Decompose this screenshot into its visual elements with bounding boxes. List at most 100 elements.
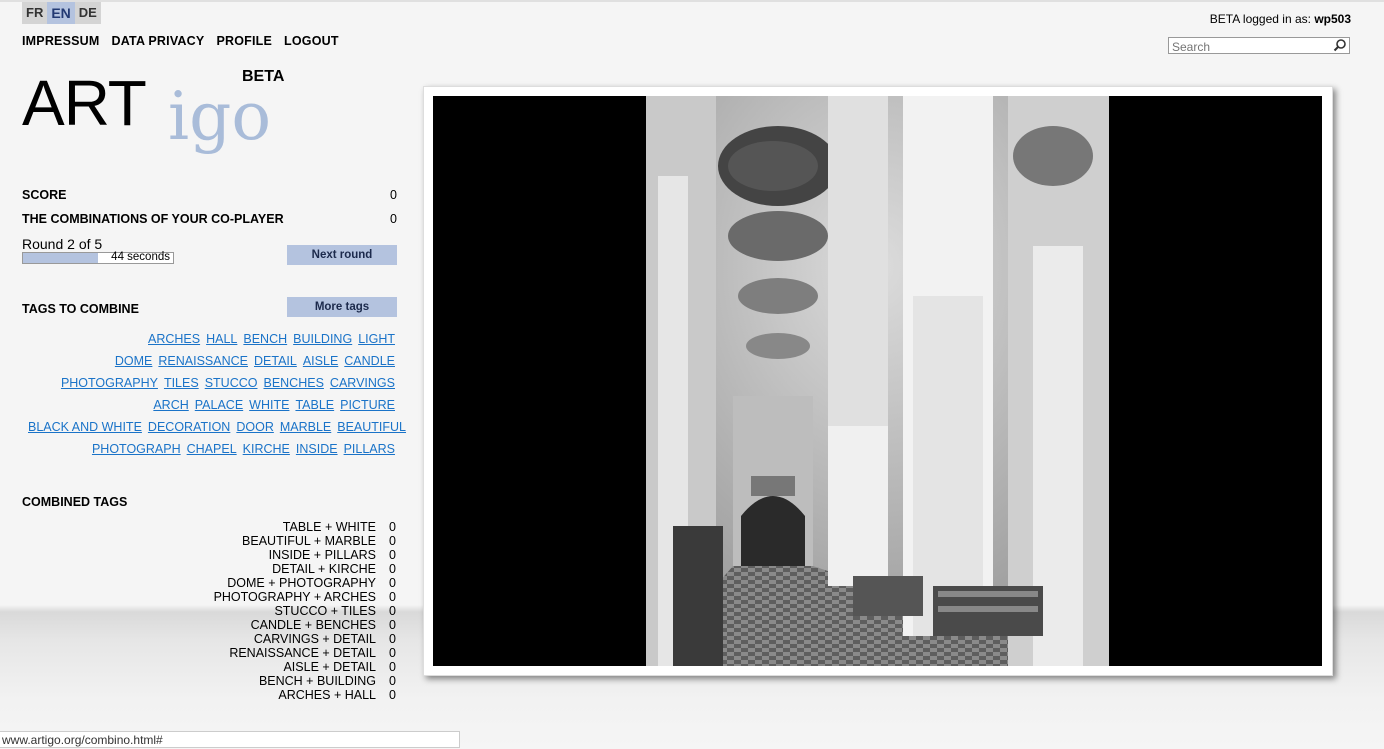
- tag-link[interactable]: TABLE: [295, 398, 334, 412]
- logo-igo: igo: [168, 78, 272, 155]
- tag-link[interactable]: PHOTOGRAPHY: [61, 376, 158, 390]
- nav-impressum[interactable]: IMPRESSUM: [22, 34, 100, 48]
- tag-link[interactable]: AISLE: [303, 354, 338, 368]
- tag-link[interactable]: CHAPEL: [187, 442, 237, 456]
- top-border: [0, 0, 1384, 2]
- combined-score: 0: [389, 520, 396, 534]
- tag-link[interactable]: BLACK AND WHITE: [28, 420, 142, 434]
- timer-progress: 44 seconds: [22, 251, 174, 264]
- tag-link[interactable]: KIRCHE: [243, 442, 290, 456]
- artwork-image[interactable]: [433, 96, 1322, 666]
- combined-tag-row: DETAIL + KIRCHE 0: [150, 562, 396, 576]
- tag-link[interactable]: CARVINGS: [330, 376, 395, 390]
- nav-data-privacy[interactable]: DATA PRIVACY: [112, 34, 205, 48]
- tag-link[interactable]: STUCCO: [205, 376, 258, 390]
- tag-link[interactable]: CANDLE: [344, 354, 395, 368]
- timer-text: 44 seconds: [111, 251, 170, 263]
- search-icon[interactable]: [1333, 38, 1347, 52]
- tag-link[interactable]: PHOTOGRAPH: [92, 442, 181, 456]
- tag-link[interactable]: DOOR: [236, 420, 274, 434]
- combined-pair: BENCH + BUILDING: [258, 674, 376, 688]
- combined-pair: BEAUTIFUL + MARBLE: [242, 534, 376, 548]
- tag-link[interactable]: TILES: [164, 376, 199, 390]
- combined-pair: PHOTOGRAPHY + ARCHES: [213, 590, 376, 604]
- combined-score: 0: [389, 646, 396, 660]
- combined-pair: TABLE + WHITE: [282, 520, 376, 534]
- tag-link[interactable]: PALACE: [195, 398, 243, 412]
- combined-pair: INSIDE + PILLARS: [268, 548, 376, 562]
- tag-line: PHOTOGRAPH CHAPEL KIRCHE INSIDE PILLARS: [22, 438, 395, 460]
- artwork-frame: [423, 86, 1333, 676]
- search-box: [1168, 37, 1350, 55]
- combined-pair: AISLE + DETAIL: [283, 660, 376, 674]
- tag-list: ARCHES HALL BENCH BUILDING LIGHT DOME RENAISSA…: [22, 328, 406, 460]
- coplayer-label: THE COMBINATIONS OF YOUR CO-PLAYER: [22, 212, 284, 226]
- combined-score: 0: [389, 590, 396, 604]
- tag-link[interactable]: DOME: [115, 354, 153, 368]
- combined-tag-row: CANDLE + BENCHES 0: [150, 618, 396, 632]
- score-value: 0: [390, 188, 397, 202]
- tag-line: ARCHES HALL BENCH BUILDING LIGHT: [22, 328, 395, 350]
- tag-link[interactable]: MARBLE: [280, 420, 331, 434]
- lang-de[interactable]: DE: [74, 2, 101, 24]
- combined-pair: RENAISSANCE + DETAIL: [229, 646, 376, 660]
- combined-tag-row: DOME + PHOTOGRAPHY 0: [150, 576, 396, 590]
- combined-score: 0: [389, 534, 396, 548]
- tag-link[interactable]: BENCH: [243, 332, 287, 346]
- combined-pair: DOME + PHOTOGRAPHY: [227, 576, 376, 590]
- tag-link[interactable]: ARCH: [153, 398, 188, 412]
- tag-link[interactable]: PICTURE: [340, 398, 395, 412]
- combined-pair: CANDLE + BENCHES: [250, 618, 376, 632]
- combined-score: 0: [389, 562, 396, 576]
- tag-link[interactable]: INSIDE: [296, 442, 338, 456]
- tag-link[interactable]: ARCHES: [148, 332, 200, 346]
- combined-tag-row: TABLE + WHITE 0: [150, 520, 396, 534]
- tag-link[interactable]: WHITE: [249, 398, 289, 412]
- tag-link[interactable]: PILLARS: [344, 442, 395, 456]
- coplayer-row: THE COMBINATIONS OF YOUR CO-PLAYER 0: [22, 212, 397, 226]
- combined-pair: ARCHES + HALL: [278, 688, 376, 702]
- tags-to-combine-title: TAGS TO COMBINE: [22, 302, 139, 316]
- language-switcher: FR EN DE: [22, 2, 101, 24]
- combined-tag-row: INSIDE + PILLARS 0: [150, 548, 396, 562]
- search-input[interactable]: [1169, 39, 1335, 55]
- round-label: Round 2 of 5: [22, 236, 103, 252]
- tag-link[interactable]: LIGHT: [358, 332, 395, 346]
- combined-score: 0: [389, 688, 396, 702]
- nav-profile[interactable]: PROFILE: [216, 34, 272, 48]
- top-nav: IMPRESSUM DATA PRIVACY PROFILE LOGOUT: [22, 34, 339, 48]
- next-round-button[interactable]: Next round: [287, 245, 397, 265]
- combined-score: 0: [389, 674, 396, 688]
- combined-tag-row: AISLE + DETAIL 0: [150, 660, 396, 674]
- combined-tag-row: STUCCO + TILES 0: [150, 604, 396, 618]
- tag-link[interactable]: BEAUTIFUL: [337, 420, 406, 434]
- more-tags-button[interactable]: More tags: [287, 297, 397, 317]
- combined-tag-row: PHOTOGRAPHY + ARCHES 0: [150, 590, 396, 604]
- tag-line: ARCH PALACE WHITE TABLE PICTURE: [22, 394, 395, 416]
- tag-link[interactable]: HALL: [206, 332, 237, 346]
- combined-tags-title: COMBINED TAGS: [22, 495, 128, 509]
- tag-line: PHOTOGRAPHY TILES STUCCO BENCHES CARVINGS: [22, 372, 395, 394]
- logo-beta: BETA: [242, 68, 285, 85]
- tag-link[interactable]: DETAIL: [254, 354, 297, 368]
- login-status: BETA logged in as: wp503: [1210, 12, 1351, 26]
- tag-link[interactable]: BENCHES: [263, 376, 323, 390]
- combined-score: 0: [389, 660, 396, 674]
- artigo-logo[interactable]: ART igo BETA: [22, 66, 302, 156]
- combined-tag-row: RENAISSANCE + DETAIL 0: [150, 646, 396, 660]
- logo-art: ART: [22, 67, 147, 139]
- browser-status-url: www.artigo.org/combino.html#: [0, 731, 460, 748]
- lang-fr[interactable]: FR: [22, 2, 48, 24]
- combined-score: 0: [389, 632, 396, 646]
- timer-progress-fill: [23, 253, 98, 263]
- nav-logout[interactable]: LOGOUT: [284, 34, 339, 48]
- combined-tags-list: TABLE + WHITE 0 BEAUTIFUL + MARBLE 0 INSIDE …: [150, 520, 396, 702]
- combined-tag-row: BEAUTIFUL + MARBLE 0: [150, 534, 396, 548]
- combined-pair: DETAIL + KIRCHE: [272, 562, 376, 576]
- church-interior: [646, 96, 1109, 666]
- tag-link[interactable]: BUILDING: [293, 332, 352, 346]
- combined-score: 0: [389, 548, 396, 562]
- lang-en[interactable]: EN: [47, 2, 75, 24]
- tag-link[interactable]: RENAISSANCE: [158, 354, 248, 368]
- tag-link[interactable]: DECORATION: [148, 420, 230, 434]
